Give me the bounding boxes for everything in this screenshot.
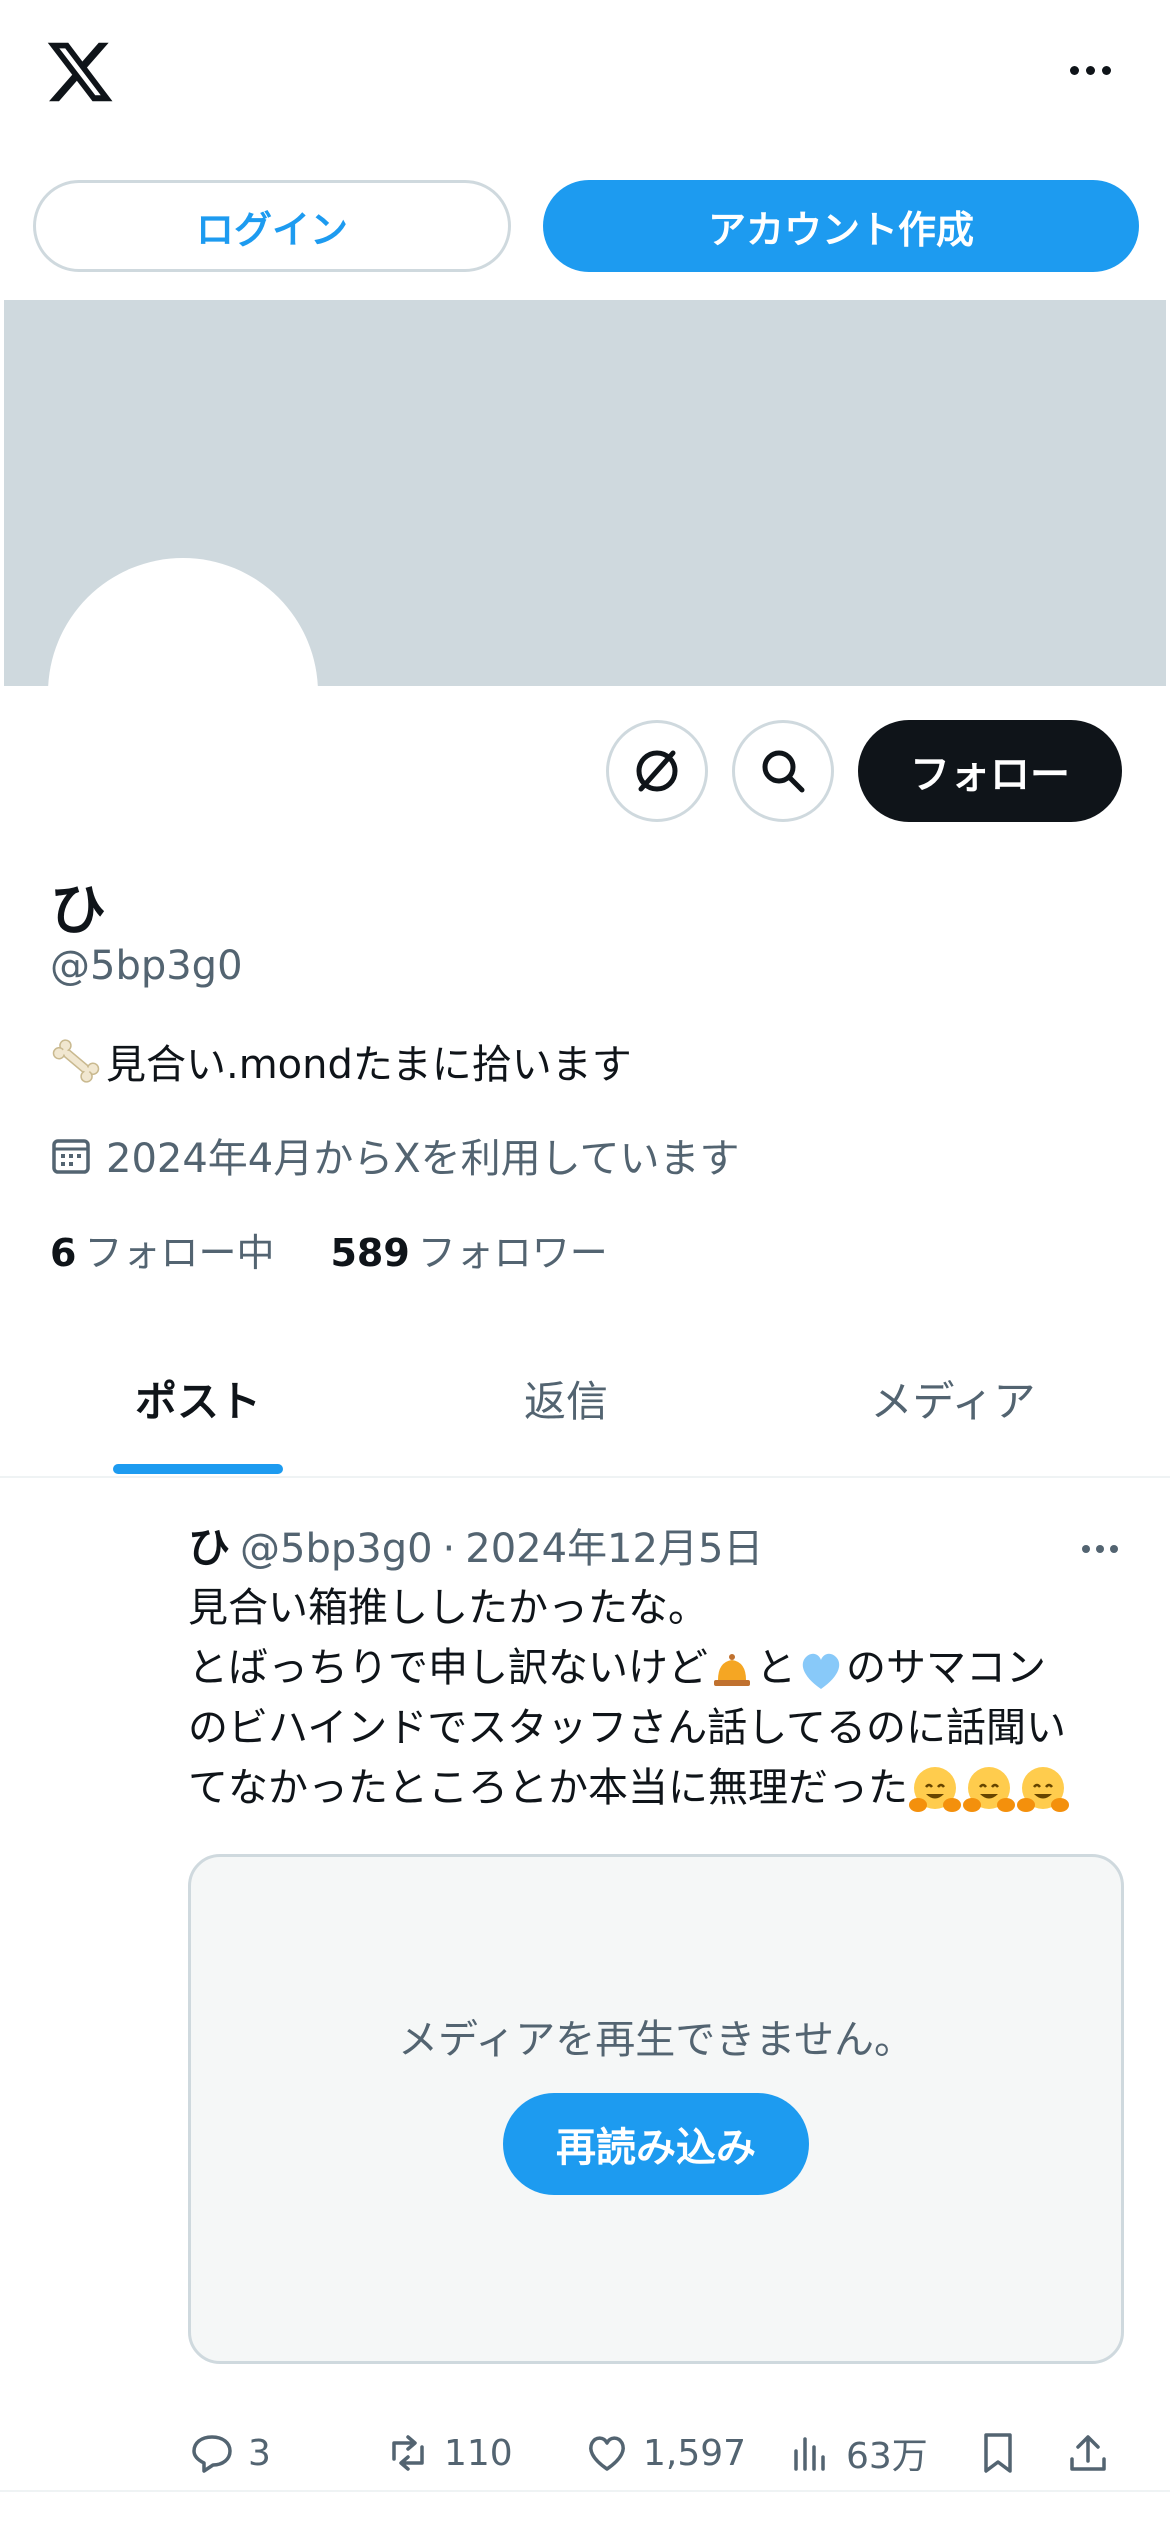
profile-bio: 見合い.mondたまに拾います: [50, 1032, 632, 1090]
following-count: 6: [50, 1231, 77, 1275]
blue-heart-icon: [802, 1653, 840, 1689]
profile-tabs: ポスト 返信 メディア: [0, 1320, 1170, 1478]
hugging-face-icon: [909, 1767, 961, 1812]
follow-button[interactable]: フォロー: [858, 720, 1122, 822]
bookmark-button[interactable]: [974, 2418, 1022, 2488]
bell-icon: [714, 1654, 750, 1686]
top-bar: [0, 0, 1170, 150]
post-line: 見合い箱推ししたかったな。: [188, 1585, 708, 1631]
grok-icon: [636, 750, 678, 792]
reply-button[interactable]: 3: [188, 2418, 271, 2488]
followers-link[interactable]: 589 フォロワー: [330, 1222, 607, 1277]
post-line: てなかったところとか本当に無理だった: [188, 1758, 1128, 1818]
hugging-face-icon: [963, 1767, 1015, 1812]
post[interactable]: ひ @5bp3g0 · 2024年12月5日 見合い箱推ししたかったな。 とばっ…: [0, 1478, 1170, 2492]
more-options-icon[interactable]: [1055, 50, 1125, 90]
share-button[interactable]: [1064, 2418, 1112, 2488]
post-text: 見合い箱推ししたかったな。 とばっちりで申し訳ないけどとのサマコン のビハインド…: [188, 1578, 1128, 1818]
auth-row: ログイン アカウント作成: [0, 180, 1170, 272]
reply-count: 3: [248, 2432, 271, 2474]
grok-button[interactable]: [606, 720, 708, 822]
post-more-icon[interactable]: [1070, 1534, 1130, 1564]
joined-date: 2024年4月からXを利用しています: [50, 1126, 739, 1184]
tab-media[interactable]: メディア: [736, 1320, 1170, 1476]
media-error-message: メディアを再生できません。: [398, 2017, 914, 2063]
post-separator: ·: [442, 1526, 456, 1572]
repost-icon: [392, 2435, 424, 2471]
heart-icon: [589, 2436, 625, 2471]
follow-stats: 6 フォロー中 589 フォロワー: [50, 1222, 608, 1277]
avatar[interactable]: [48, 558, 318, 828]
post-author-handle[interactable]: @5bp3g0: [240, 1526, 433, 1572]
tab-posts[interactable]: ポスト: [0, 1320, 396, 1476]
like-button[interactable]: 1,597: [583, 2418, 746, 2488]
following-label: フォロー中: [84, 1231, 275, 1275]
reload-button[interactable]: 再読み込み: [503, 2093, 809, 2195]
views-button[interactable]: 63万: [786, 2418, 928, 2488]
hugging-face-icon: [1017, 1767, 1069, 1812]
repost-count: 110: [444, 2432, 513, 2474]
post-line: のビハインドでスタッフさん話してるのに話聞い: [188, 1705, 1066, 1751]
create-account-button[interactable]: アカウント作成: [543, 180, 1139, 272]
display-name: ひ: [50, 878, 106, 943]
bone-icon: [52, 1039, 100, 1083]
following-link[interactable]: 6 フォロー中: [50, 1222, 274, 1277]
followers-count: 589: [330, 1231, 410, 1275]
login-button[interactable]: ログイン: [33, 180, 511, 272]
share-icon: [1070, 2435, 1106, 2471]
media-container: メディアを再生できません。 再読み込み: [188, 1854, 1124, 2364]
x-logo-icon[interactable]: [44, 36, 116, 108]
repost-button[interactable]: 110: [384, 2418, 513, 2488]
search-button[interactable]: [732, 720, 834, 822]
post-actions: 3 110 1,597 63万: [188, 2418, 1128, 2488]
calendar-icon: [52, 1139, 90, 1174]
joined-text: 2024年4月からXを利用しています: [106, 1136, 740, 1182]
followers-label: フォロワー: [417, 1231, 608, 1275]
bio-text: 見合い.mondたまに拾います: [106, 1042, 632, 1088]
bookmark-icon: [984, 2433, 1012, 2473]
profile-handle: @5bp3g0: [50, 943, 243, 989]
search-icon: [762, 750, 805, 793]
views-icon: [794, 2437, 825, 2471]
view-count: 63万: [846, 2436, 928, 2477]
tab-replies[interactable]: 返信: [396, 1320, 736, 1476]
active-tab-indicator: [113, 1464, 283, 1474]
post-date[interactable]: 2024年12月5日: [465, 1516, 763, 1574]
post-author-name[interactable]: ひ: [188, 1514, 230, 1575]
post-line: とばっちりで申し訳ないけどとのサマコン: [188, 1638, 1128, 1698]
reply-icon: [192, 2435, 232, 2473]
like-count: 1,597: [643, 2432, 747, 2474]
post-header: ひ @5bp3g0 · 2024年12月5日: [188, 1514, 763, 1575]
